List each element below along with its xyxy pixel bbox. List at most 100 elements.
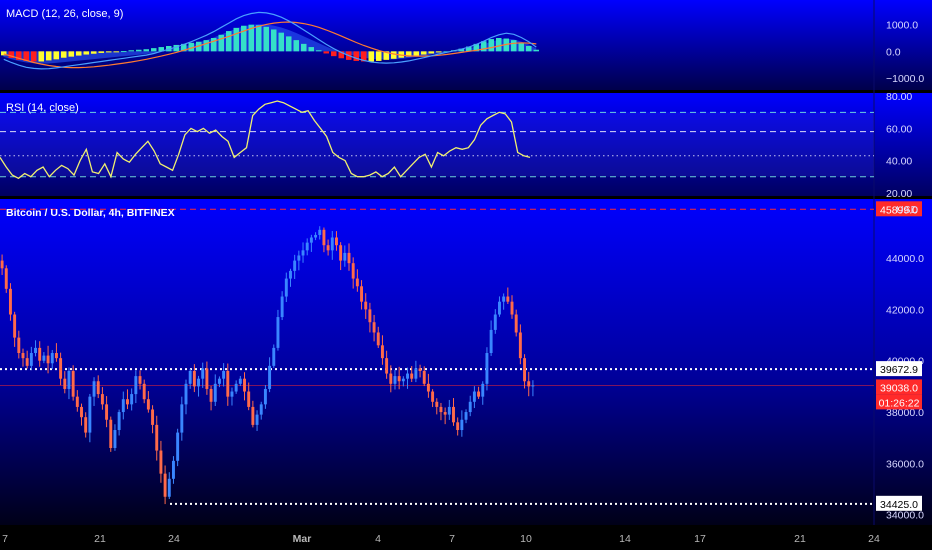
- time-axis-label: 7: [2, 533, 8, 545]
- macd-histogram-bar[interactable]: [61, 51, 67, 58]
- macd-histogram-bar[interactable]: [323, 51, 330, 54]
- candle-body: [188, 370, 192, 384]
- candle-body: [314, 234, 318, 238]
- panel-separator[interactable]: [0, 196, 932, 199]
- candle-body: [75, 396, 79, 407]
- candle-body: [443, 412, 447, 415]
- candle-body: [209, 388, 213, 402]
- macd-histogram-bar[interactable]: [293, 40, 300, 52]
- candle-body: [113, 430, 117, 448]
- candle-body: [493, 314, 497, 330]
- candle-body: [397, 376, 401, 382]
- macd-histogram-bar[interactable]: [218, 34, 225, 52]
- macd-histogram-bar[interactable]: [278, 32, 285, 52]
- candle[interactable]: [109, 416, 113, 452]
- candle-body: [105, 404, 109, 420]
- candle[interactable]: [272, 344, 276, 368]
- candle-body: [263, 388, 267, 405]
- candle-body: [243, 378, 246, 392]
- macd-histogram-bar[interactable]: [286, 36, 292, 52]
- macd-histogram-bar[interactable]: [496, 38, 502, 52]
- candle-body: [21, 353, 25, 359]
- macd-histogram-bar[interactable]: [233, 27, 240, 52]
- low-tag[interactable]: 34425.0: [876, 495, 922, 511]
- macd-histogram-bar[interactable]: [91, 51, 97, 54]
- candle-body: [339, 245, 343, 261]
- macd-histogram-bar[interactable]: [518, 42, 525, 52]
- panel-separator[interactable]: [0, 90, 932, 93]
- macd-histogram-bar[interactable]: [368, 51, 375, 62]
- candle-body: [301, 250, 305, 256]
- candle-body: [142, 383, 146, 400]
- candle-body: [184, 383, 188, 405]
- candle-body: [380, 345, 384, 359]
- macd-histogram-bar[interactable]: [226, 31, 232, 52]
- candle[interactable]: [4, 265, 8, 293]
- macd-histogram-bar[interactable]: [241, 25, 247, 52]
- macd-histogram-bar[interactable]: [308, 47, 315, 52]
- price-axis-tick: 42000.0: [886, 304, 924, 316]
- candle-body: [238, 378, 242, 384]
- macd-histogram-bar[interactable]: [256, 25, 262, 52]
- countdown-tag[interactable]: 01:26:22: [876, 394, 922, 410]
- macd-histogram-bar[interactable]: [83, 51, 90, 55]
- macd-histogram-bar[interactable]: [353, 51, 360, 61]
- macd-histogram-bar[interactable]: [68, 51, 75, 57]
- rsi-plot[interactable]: [0, 100, 874, 180]
- macd-histogram-bar[interactable]: [413, 51, 420, 56]
- candle-body: [159, 450, 163, 474]
- macd-histogram-bar[interactable]: [151, 48, 157, 52]
- macd-histogram-bar[interactable]: [316, 50, 322, 52]
- macd-histogram-bar[interactable]: [428, 51, 435, 54]
- candle-body: [17, 337, 21, 354]
- macd-histogram-bar[interactable]: [136, 49, 142, 52]
- macd-histogram-bar[interactable]: [488, 39, 495, 52]
- macd-histogram-bar[interactable]: [53, 51, 60, 60]
- candle[interactable]: [176, 428, 180, 467]
- macd-histogram-bar[interactable]: [376, 51, 382, 61]
- macd-histogram-bar[interactable]: [331, 51, 337, 57]
- candle-body: [71, 370, 75, 397]
- candle-body: [259, 404, 263, 415]
- candle-body: [276, 317, 280, 348]
- macd-histogram-bar[interactable]: [203, 40, 210, 52]
- currency-label[interactable]: USD: [896, 204, 919, 216]
- candle-body: [255, 414, 259, 425]
- macd-histogram-bar[interactable]: [46, 51, 52, 61]
- macd-histogram-bar[interactable]: [76, 51, 82, 56]
- macd-histogram-bar[interactable]: [436, 51, 442, 53]
- candle-body: [121, 399, 125, 413]
- trading-chart[interactable]: 1000.0 0.0 −1000.0 80.00 60.00 40.00 20.00 4400…: [0, 0, 932, 550]
- rsi-title: RSI (14, close): [6, 102, 79, 114]
- macd-histogram-bar[interactable]: [98, 51, 105, 53]
- macd-histogram-bar[interactable]: [121, 51, 127, 53]
- candle-body: [130, 394, 134, 405]
- candle-body: [272, 347, 276, 366]
- macd-histogram-bar[interactable]: [421, 51, 427, 55]
- candle-body: [80, 406, 83, 418]
- macd-histogram-bar[interactable]: [38, 51, 45, 62]
- macd-histogram-bar[interactable]: [391, 51, 397, 59]
- macd-histogram-bar[interactable]: [271, 29, 277, 52]
- macd-histogram-bar[interactable]: [106, 51, 112, 53]
- macd-histogram-bar[interactable]: [31, 51, 37, 62]
- candle-body: [426, 383, 430, 392]
- level-tag[interactable]: 39672.9: [876, 361, 922, 377]
- candle-body: [63, 378, 67, 389]
- macd-histogram-bar[interactable]: [526, 46, 532, 52]
- macd-histogram-bar[interactable]: [263, 26, 270, 52]
- macd-title: MACD (12, 26, close, 9): [6, 8, 123, 20]
- macd-histogram-bar[interactable]: [128, 50, 135, 52]
- macd-histogram-bar[interactable]: [143, 49, 150, 52]
- candle-body: [171, 460, 175, 479]
- time-axis-label: 7: [449, 533, 455, 545]
- macd-histogram-bar[interactable]: [511, 40, 517, 52]
- last-price-tag[interactable]: 39038.0: [876, 379, 922, 395]
- macd-histogram-bar[interactable]: [113, 51, 120, 53]
- macd-histogram-bar[interactable]: [301, 43, 307, 52]
- chart-canvas[interactable]: 1000.0 0.0 −1000.0 80.00 60.00 40.00 20.00 4400…: [0, 0, 932, 550]
- macd-histogram-bar[interactable]: [533, 49, 540, 52]
- macd-axis-tick: 0.0: [886, 46, 901, 58]
- candle-body: [234, 383, 238, 392]
- candle-body: [406, 373, 409, 379]
